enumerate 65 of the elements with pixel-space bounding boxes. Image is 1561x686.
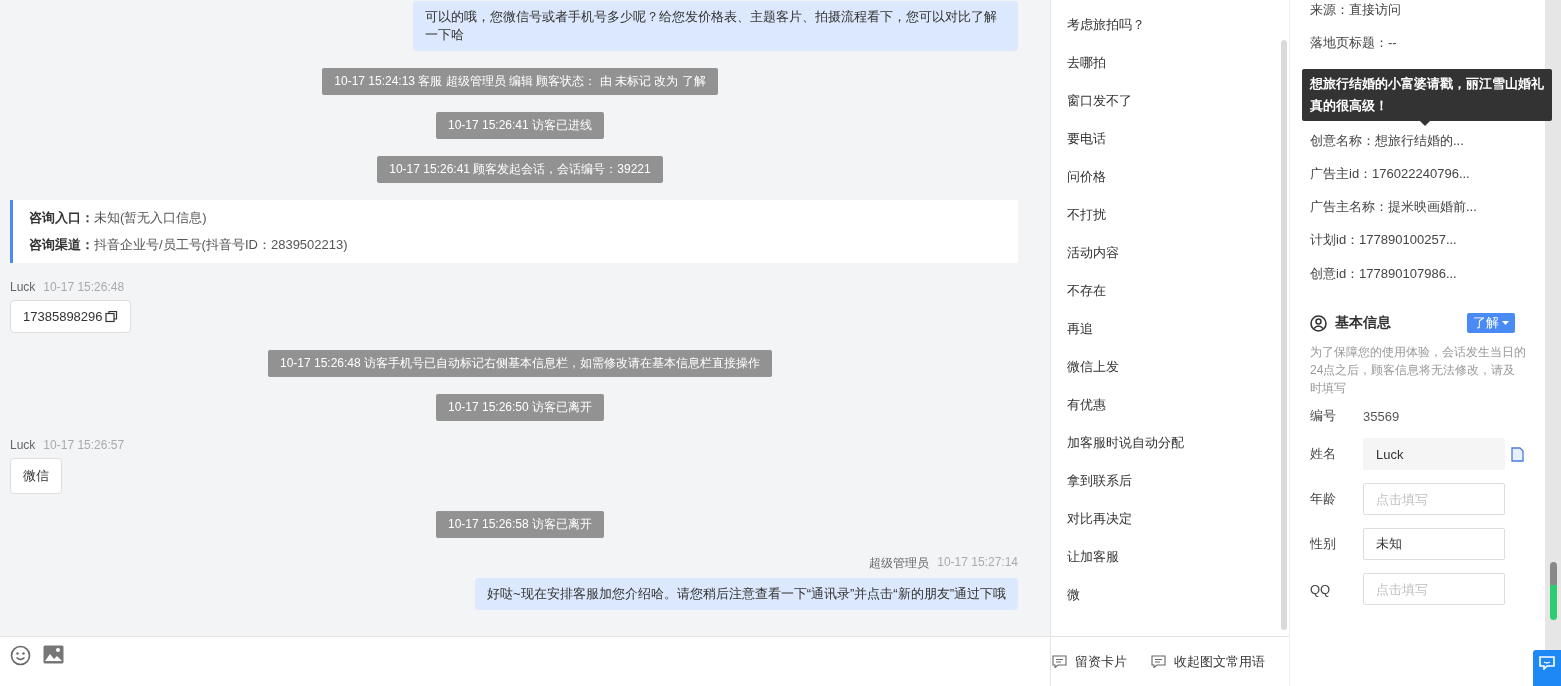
quick-reply-item[interactable]: 拿到联系后 [1067,471,1289,509]
section-title: 基本信息 [1335,314,1392,333]
emoji-icon[interactable] [10,645,31,666]
quick-reply-item[interactable]: 微信上发 [1067,357,1289,395]
system-notice: 10-17 15:24:13 客服 超级管理员 编辑 顾客状态： 由 未标记 改为 了解 [322,68,718,95]
message-time: 10-17 15:27:14 [937,555,1018,571]
document-icon[interactable] [1511,446,1524,462]
quick-reply-item[interactable]: 不存在 [1067,281,1289,319]
system-notice: 10-17 15:26:58 访客已离开 [435,511,605,538]
info-row-text: 计划id：177890100257... [1310,231,1458,250]
message-icon [1151,655,1166,668]
info-row-text: 落地页标题：-- [1310,34,1398,53]
field-label: 姓名 [1310,445,1337,464]
info-row-text: 广告主名称：提米映画婚前... [1310,198,1478,217]
quick-reply-item[interactable]: 窗口发不了 [1067,91,1289,129]
caret-icon [1502,321,1509,326]
quick-reply-item[interactable]: 去哪拍 [1067,53,1289,91]
chat-icon[interactable] [1533,650,1561,686]
system-notice: 10-17 15:26:41 访客已进线 [435,112,605,139]
copy-icon[interactable] [104,310,118,323]
quick-reply-item[interactable]: 不打扰 [1067,205,1289,243]
sent-message: 好哒~现在安排客服加您介绍哈。请您稍后注意查看一下“通讯录”并点击“新的朋友”通过下哦 [475,578,1018,610]
quick-reply-item[interactable]: 对比再决定 [1067,509,1289,547]
sender-name: 超级管理员 [869,555,930,572]
name-field: Luck [1363,438,1505,471]
info-row-text: 来源：直接访问 [1310,1,1402,19]
sender-name: Luck [10,438,36,452]
received-message: 17385898296 [10,300,131,333]
system-notice: 10-17 15:26:50 访客已离开 [435,394,605,421]
select-field[interactable]: 未知 [1363,528,1505,561]
input-field[interactable]: 点击填写 [1363,483,1505,516]
footer-button[interactable]: 留资卡片 [1052,652,1127,671]
message-time: 10-17 15:26:48 [43,280,125,294]
footer-button[interactable]: 收起图文常用语 [1151,652,1265,671]
info-row-text: 广告主id：176022240796... [1310,164,1471,183]
field-value: 35569 [1363,408,1400,424]
quick-reply-item[interactable]: 再追 [1067,319,1289,357]
system-notice: 10-17 15:26:48 访客手机号已自动标记右侧基本信息栏，如需修改请在基本信息栏直接操作 [267,350,773,377]
info-row-text: 创意id：177890107986... [1310,264,1458,283]
input-field[interactable]: 点击填写 [1363,573,1505,606]
notice-text: 为了保障您的使用体验，会话发生当日的24点之后，顾客信息将无法修改，请及时填写 [1310,344,1527,398]
system-notice: 10-17 15:26:41 顾客发起会话，会话编号：39221 [377,156,663,183]
quick-reply-item[interactable]: 活动内容 [1067,243,1289,281]
quick-reply-item[interactable]: 考虑旅拍吗？ [1067,15,1289,53]
quick-reply-item[interactable]: 要电话 [1067,129,1289,167]
user-icon [1310,314,1327,332]
image-icon[interactable] [43,645,64,664]
field-label: 年龄 [1310,490,1337,509]
inquiry-line: 咨询入口：未知(暂无入口信息) [29,209,208,227]
quick-reply-item[interactable]: 微 [1067,585,1289,623]
received-message: 微信 [10,458,62,494]
inquiry-line: 咨询渠道：抖音企业号/员工号(抖音号ID：2839502213) [29,236,349,254]
quick-reply-item[interactable]: 问价格 [1067,167,1289,205]
field-label: 编号 [1310,407,1337,426]
message-time: 10-17 15:26:57 [43,438,125,452]
quick-reply-item[interactable]: 让加客服 [1067,547,1289,585]
quick-reply-item[interactable]: 加客服时说自动分配 [1067,433,1289,471]
sender-name: Luck [10,280,36,294]
quick-reply-item[interactable]: 有优惠 [1067,395,1289,433]
field-label: QQ [1310,581,1332,597]
message-icon [1052,655,1067,668]
sent-message: 可以的哦，您微信号或者手机号多少呢？给您发价格表、主题客片、拍摄流程看下，您可以对比了解一下哈 [413,1,1018,51]
field-label: 性别 [1310,535,1337,554]
info-row-text: 创意名称：想旅行结婚的... [1310,131,1465,150]
tooltip-pointer [1420,120,1430,126]
